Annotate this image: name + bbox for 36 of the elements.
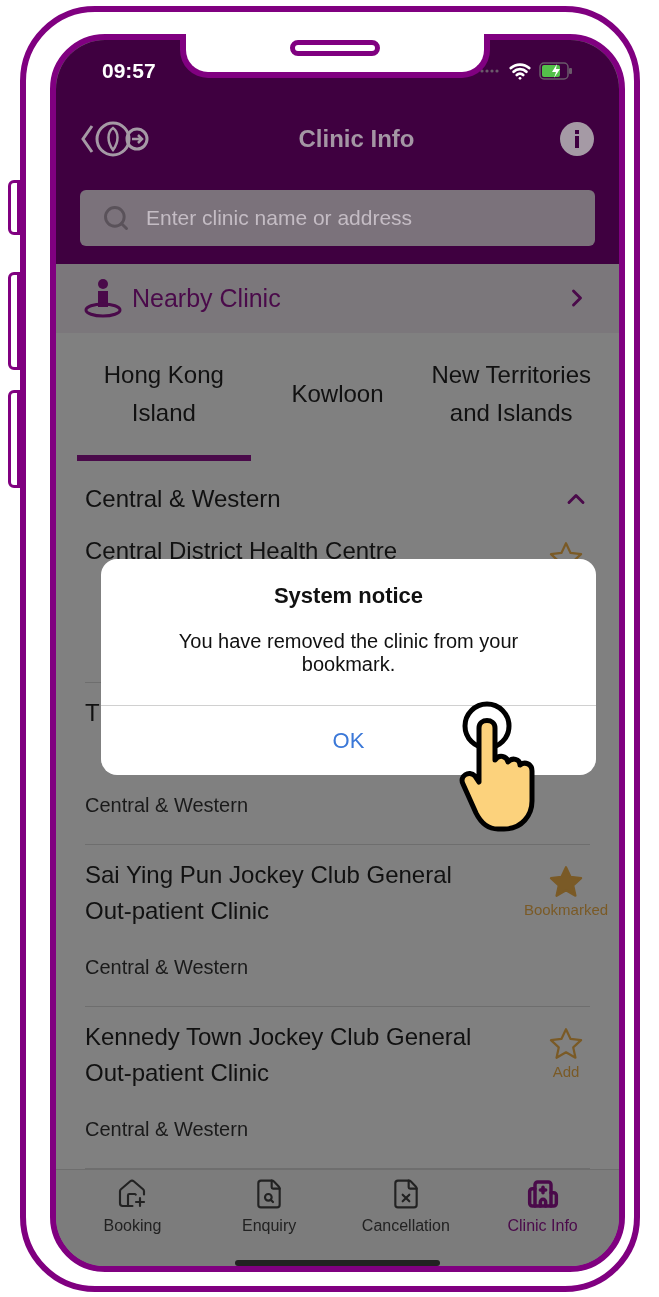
clinic-name: Sai Ying Pun Jockey Club General (85, 859, 452, 890)
nav-tab[interactable]: Clinic Info (474, 1169, 611, 1254)
district-label: Central & Western (85, 1116, 249, 1142)
ok-button[interactable]: OK (312, 718, 385, 763)
nav-tab[interactable]: Enquiry (200, 1169, 338, 1254)
person-location-icon (84, 278, 122, 319)
signal-icon (479, 68, 501, 74)
region-tab[interactable]: Kowloon (250, 332, 425, 461)
screen-title: Clinic Info (298, 124, 415, 154)
clinic-name: Central District Health Centre (85, 535, 398, 566)
district-label: Central & Western (85, 954, 249, 980)
wifi-icon (509, 60, 531, 82)
nav-tab[interactable]: Booking (64, 1169, 201, 1254)
region-tab[interactable]: Hong Kong Island (77, 332, 251, 461)
battery-icon (539, 62, 573, 80)
district-heading: Central & Western (85, 483, 281, 514)
search-icon (102, 204, 130, 232)
info-icon[interactable] (559, 121, 595, 157)
bookmark-label: Add (552, 1061, 580, 1082)
hospital-icon (526, 1177, 559, 1210)
district-label: Central & Western (85, 792, 249, 818)
filled-star-icon[interactable] (548, 864, 584, 899)
status-time: 09:57 (102, 58, 156, 85)
dialog-message: You have removed the clinic from your bookmark. (177, 630, 520, 676)
clinic-name: Out-patient Clinic (85, 1057, 270, 1088)
nearby-clinic-label: Nearby Clinic (132, 282, 282, 314)
dialog-title: System notice (273, 582, 424, 610)
clinic-name: Kennedy Town Jockey Club General (85, 1021, 472, 1052)
nav-tab[interactable]: Cancellation (337, 1169, 475, 1254)
search-field[interactable]: Enter clinic name or address (80, 190, 595, 246)
star-outline-icon[interactable] (548, 1026, 584, 1061)
bookmark-label: Bookmarked (523, 899, 609, 920)
region-tab[interactable]: New Territories and Islands (424, 332, 598, 461)
nearby-clinic-row[interactable]: Nearby Clinic (56, 264, 619, 333)
clinic-name: T (85, 697, 100, 728)
clinic-name: Out-patient Clinic (85, 895, 270, 926)
